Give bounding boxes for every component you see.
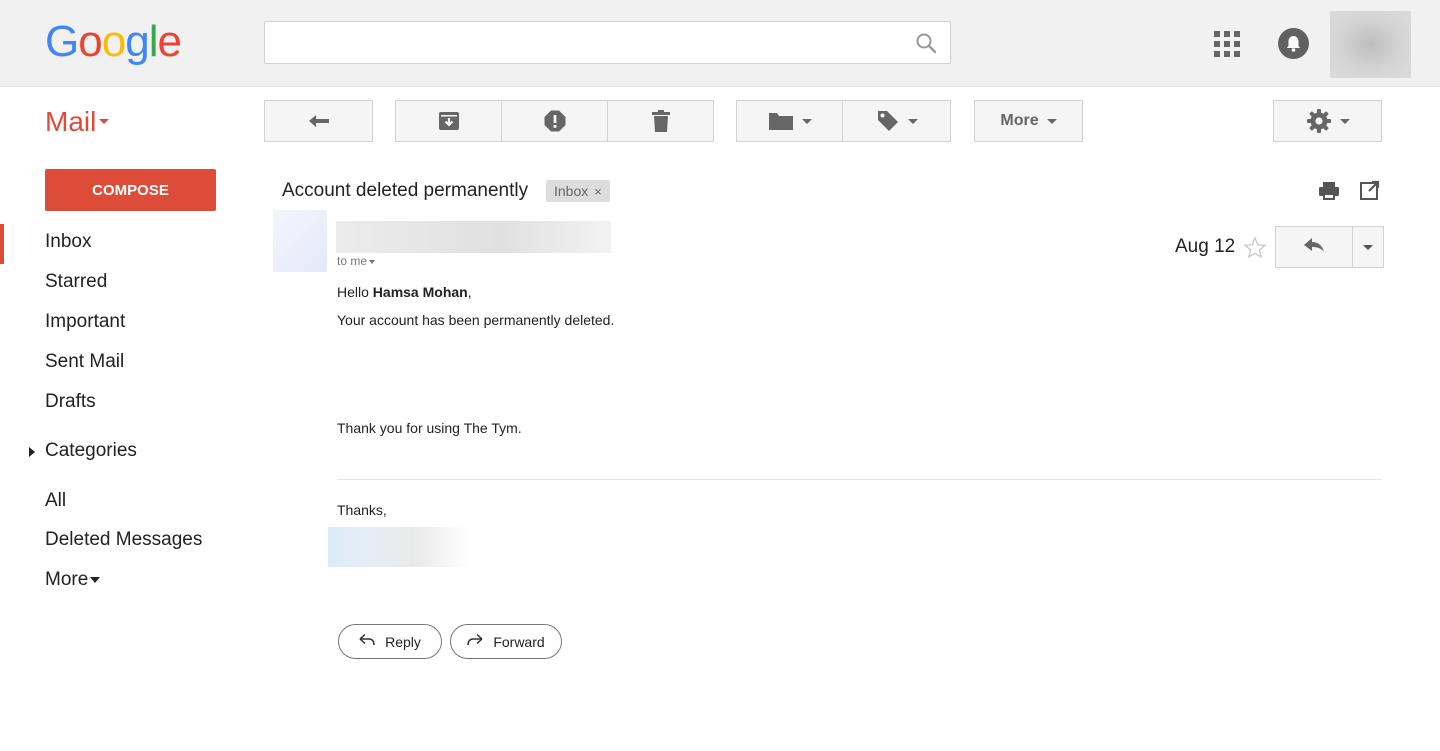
forward-arrow-icon (467, 633, 493, 650)
sidebar-item-inbox[interactable]: Inbox (45, 231, 91, 253)
report-spam-icon (543, 109, 567, 133)
reply-button[interactable] (1275, 226, 1353, 268)
app-label: Mail (45, 106, 97, 137)
logo-letter: e (157, 17, 182, 66)
back-button[interactable] (264, 100, 373, 142)
more-actions-button[interactable]: More (974, 100, 1083, 142)
report-spam-button[interactable] (501, 100, 608, 142)
message-date: Aug 12 (1175, 236, 1236, 257)
labels-tag-icon (876, 109, 900, 133)
logo-letter: g (125, 17, 150, 66)
thank-you-text: Thank you for using The Tym. (337, 420, 522, 436)
reply-label: Reply (385, 633, 421, 650)
move-to-folder-icon (768, 111, 794, 131)
logo-letter: o (101, 17, 127, 66)
signature-redacted (328, 527, 470, 567)
sidebar-item-all[interactable]: All (45, 490, 66, 512)
sidebar-item-deleted-messages[interactable]: Deleted Messages (45, 529, 202, 551)
star-icon[interactable] (1243, 236, 1267, 260)
sidebar-item-drafts[interactable]: Drafts (45, 391, 96, 413)
greeting-suffix: , (467, 284, 472, 300)
forward-label: Forward (493, 633, 545, 650)
forward-pill-button[interactable]: Forward (450, 624, 562, 659)
google-logo[interactable]: Google (45, 17, 182, 66)
more-actions-label: More (1000, 112, 1039, 129)
print-icon[interactable] (1318, 180, 1340, 202)
recipient-details[interactable]: to me (337, 254, 376, 268)
reply-pill-button[interactable]: Reply (338, 624, 442, 659)
recipient-label: to me (337, 254, 368, 268)
chevron-down-icon (1339, 118, 1350, 124)
move-to-button[interactable] (736, 100, 843, 142)
chevron-down-icon (99, 119, 110, 125)
top-bar: Google (0, 0, 1440, 87)
archive-icon (438, 111, 460, 131)
logo-letter: o (78, 17, 103, 66)
reply-arrow-icon (359, 633, 385, 650)
open-in-new-window-icon[interactable] (1360, 180, 1380, 200)
reply-arrow-icon (1302, 236, 1326, 259)
delete-trash-icon (651, 110, 671, 132)
chevron-down-icon (1363, 244, 1373, 250)
logo-letter: G (45, 17, 79, 66)
greeting-name: Hamsa Mohan (372, 284, 468, 300)
app-switcher-mail[interactable]: Mail (45, 106, 110, 138)
apps-grid-icon[interactable] (1214, 31, 1240, 57)
sidebar-item-starred[interactable]: Starred (45, 271, 107, 293)
sidebar-item-sent-mail[interactable]: Sent Mail (45, 351, 124, 373)
sender-avatar (273, 210, 327, 272)
expand-arrow-icon[interactable] (29, 447, 35, 457)
sidebar-item-more-label: More (45, 569, 89, 590)
inbox-label-chip[interactable]: Inbox × (546, 180, 610, 202)
message-subject: Account deleted permanently (282, 180, 529, 201)
chevron-down-icon (907, 118, 918, 124)
chevron-down-icon (90, 576, 101, 583)
signature-divider (337, 479, 1382, 480)
sender-name-redacted (336, 221, 611, 253)
search-icon[interactable] (914, 31, 938, 55)
back-arrow-icon (307, 112, 331, 130)
archive-button[interactable] (395, 100, 502, 142)
labels-button[interactable] (842, 100, 951, 142)
delete-button[interactable] (607, 100, 714, 142)
more-reply-options-button[interactable] (1352, 226, 1384, 268)
label-chip-text: Inbox (554, 183, 589, 199)
sidebar-item-more[interactable]: More (45, 569, 101, 591)
settings-gear-icon (1306, 108, 1332, 134)
sidebar-item-important[interactable]: Important (45, 311, 125, 333)
sidebar-item-categories[interactable]: Categories (45, 440, 137, 462)
remove-label-icon[interactable]: × (594, 184, 602, 199)
signoff-text: Thanks, (337, 502, 387, 518)
body-text: Your account has been permanently delete… (337, 312, 615, 328)
settings-button[interactable] (1273, 100, 1382, 142)
notifications-bell-icon[interactable] (1278, 28, 1309, 59)
chevron-down-icon (1046, 118, 1057, 124)
greeting-prefix: Hello (337, 284, 373, 300)
active-nav-indicator (0, 224, 4, 264)
search-input[interactable] (264, 21, 951, 64)
greeting-line: Hello Hamsa Mohan, (337, 284, 472, 300)
compose-button[interactable]: COMPOSE (45, 169, 216, 211)
chevron-down-icon (801, 118, 812, 124)
chevron-down-icon (369, 259, 376, 264)
account-avatar[interactable] (1330, 11, 1411, 78)
logo-letter: l (148, 17, 159, 66)
compose-label: COMPOSE (92, 181, 169, 199)
